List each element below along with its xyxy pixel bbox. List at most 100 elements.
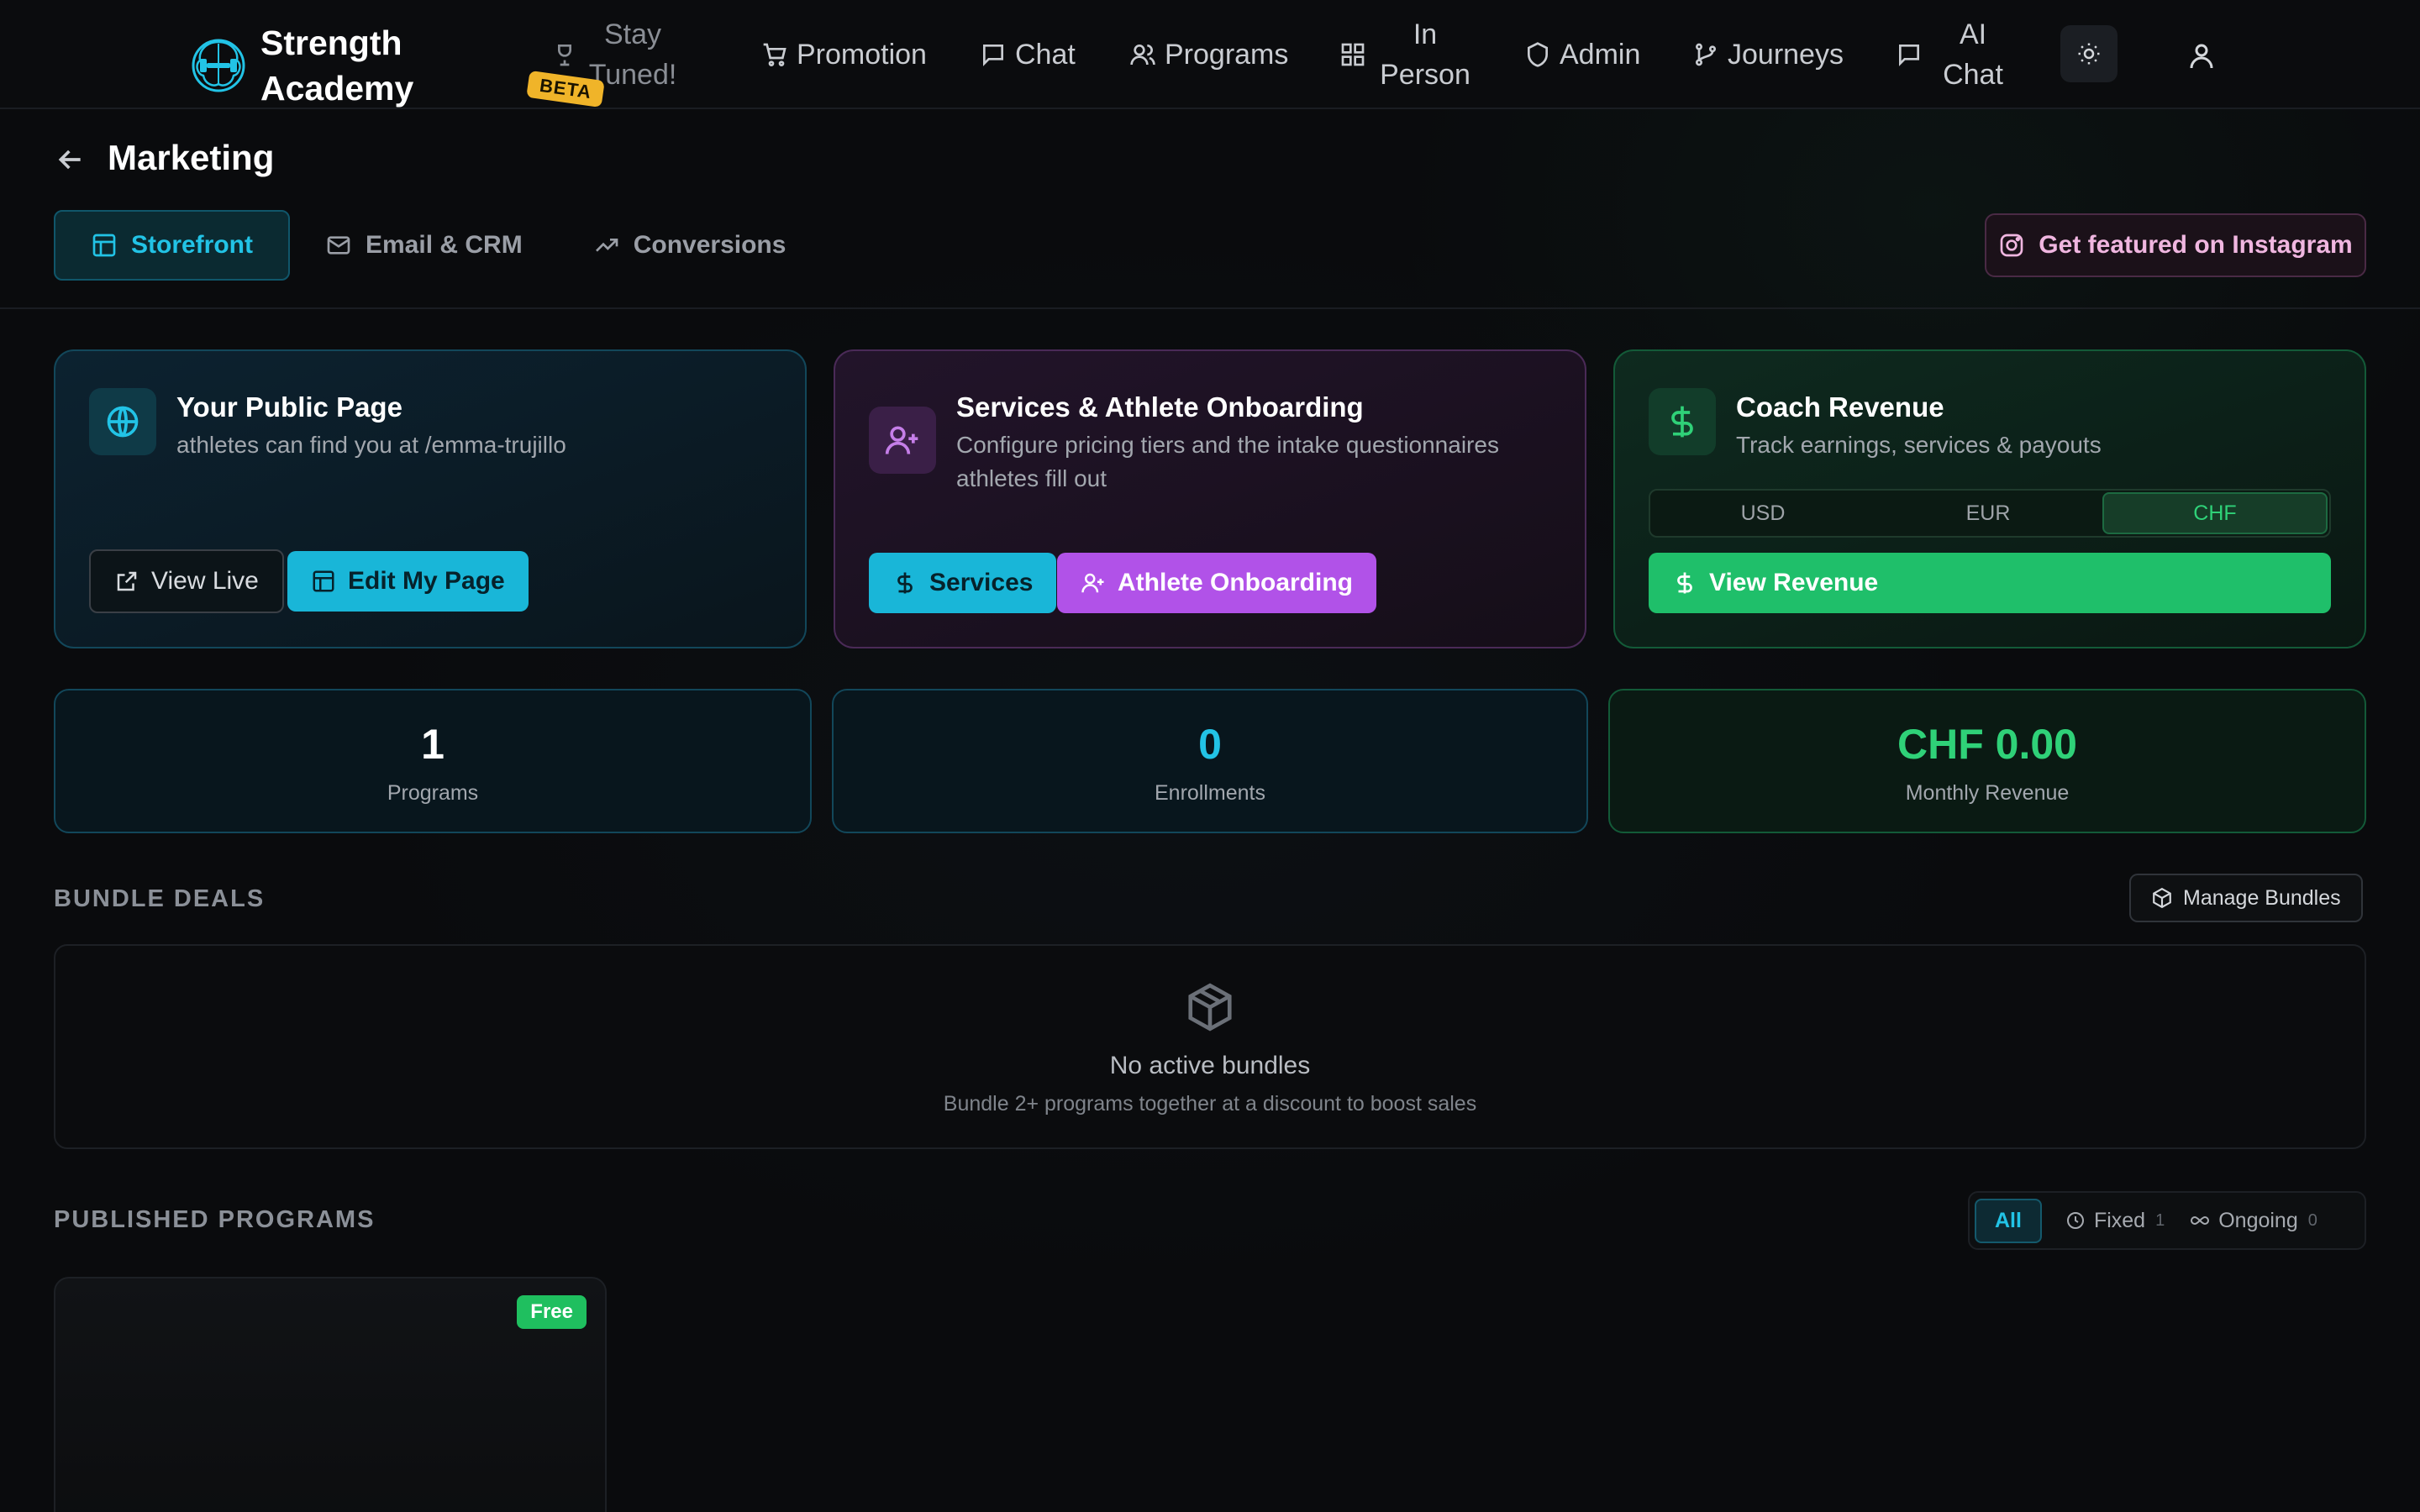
theme-toggle-button[interactable] <box>2060 25 2118 82</box>
cart-icon <box>763 43 786 66</box>
user-menu-button[interactable] <box>2176 30 2227 81</box>
message-icon <box>983 45 1003 66</box>
card-subtitle: Track earnings, services & payouts <box>1736 432 2102 458</box>
stat-value: 1 <box>421 721 445 768</box>
view-live-button[interactable]: View Live <box>89 549 284 613</box>
tab-label: Storefront <box>131 231 253 259</box>
user-plus-icon <box>885 426 918 454</box>
nav-label-admin: Admin <box>1560 38 1641 71</box>
nav-item-admin[interactable]: Admin <box>1524 0 1640 109</box>
stat-label: Programs <box>387 781 479 805</box>
view-revenue-button[interactable]: View Revenue <box>1649 553 2331 613</box>
program-card[interactable]: Free <box>54 1277 607 1512</box>
filter-ongoing[interactable]: Ongoing 0 <box>2190 1209 2317 1233</box>
instagram-icon <box>2000 234 2023 257</box>
card-title: Coach Revenue <box>1736 391 1944 423</box>
card-subtitle: Configure pricing tiers and the intake q… <box>956 432 1499 491</box>
trending-up-icon <box>595 239 618 252</box>
header-divider <box>0 307 2420 309</box>
infinity-icon <box>2191 1215 2210 1226</box>
filter-label: All <box>1995 1208 2022 1232</box>
stat-value: 0 <box>1198 721 1222 768</box>
dollar-icon <box>897 572 913 594</box>
nav-label-ai-chat: AI Chat <box>1943 18 2003 91</box>
filter-all[interactable]: All <box>1975 1198 2042 1243</box>
tab-label: Email & CRM <box>366 231 523 259</box>
services-onboarding-card: Services & Athlete Onboarding Configure … <box>834 349 1586 648</box>
filter-count: 1 <box>2155 1210 2165 1230</box>
instagram-feature-button[interactable]: Get featured on Instagram <box>1985 213 2366 277</box>
empty-title: No active bundles <box>1109 1052 1311 1079</box>
nav-label-programs: Programs <box>1165 38 1289 71</box>
stat-value: CHF 0.00 <box>1897 721 2077 768</box>
card-title: Your Public Page <box>176 391 402 423</box>
nav-label-journeys: Journeys <box>1728 38 1844 71</box>
nav-item-programs[interactable]: Programs <box>1129 0 1288 109</box>
stat-enrollments: 0 Enrollments <box>832 689 1588 833</box>
manage-bundles-label: Manage Bundles <box>2183 885 2341 910</box>
stat-label: Monthly Revenue <box>1905 781 2070 805</box>
filter-fixed[interactable]: Fixed 1 <box>2065 1209 2165 1233</box>
nav-item-promotion[interactable]: Promotion <box>761 0 927 109</box>
bundle-deals-title: BUNDLE DEALS <box>54 885 266 912</box>
dollar-icon <box>1677 572 1692 594</box>
globe-icon <box>107 406 139 438</box>
git-branch-icon <box>1696 43 1716 66</box>
filter-label: Fixed <box>2093 1208 2146 1232</box>
nav-label-promotion: Promotion <box>797 38 927 71</box>
arrow-left-icon[interactable] <box>54 143 87 176</box>
brain-dumbbell-logo-icon <box>192 39 245 92</box>
currency-option-eur[interactable]: EUR <box>1877 492 2099 534</box>
user-icon <box>2190 44 2213 69</box>
view-revenue-label: View Revenue <box>1709 569 1879 596</box>
message-icon <box>1899 45 1919 66</box>
view-live-label: View Live <box>151 567 259 595</box>
package-icon <box>1188 983 1232 1032</box>
brand[interactable]: Strength Academy <box>188 20 429 111</box>
shield-icon <box>1528 42 1548 67</box>
card-subtitle: athletes can find you at /emma-trujillo <box>176 432 566 458</box>
layout-icon <box>313 570 334 592</box>
stat-monthly-revenue: CHF 0.00 Monthly Revenue <box>1608 689 2366 833</box>
tab-conversions[interactable]: Conversions <box>558 210 822 281</box>
sun-icon <box>2078 43 2100 65</box>
dollar-icon-box <box>1649 388 1716 455</box>
mail-icon <box>327 236 350 255</box>
tab-storefront[interactable]: Storefront <box>54 210 290 281</box>
package-icon <box>2153 887 2171 909</box>
nav-item-journeys[interactable]: Journeys <box>1692 0 1844 109</box>
grid-icon <box>1341 43 1365 66</box>
filter-label: Ongoing <box>2218 1208 2298 1232</box>
currency-option-usd[interactable]: USD <box>1652 492 1874 534</box>
athlete-onboarding-label: Athlete Onboarding <box>1118 569 1353 596</box>
free-badge: Free <box>517 1295 587 1329</box>
globe-icon-box <box>89 388 156 455</box>
instagram-button-label: Get featured on Instagram <box>2039 231 2353 259</box>
coach-revenue-card: Coach Revenue Track earnings, services &… <box>1613 349 2366 648</box>
currency-option-chf[interactable]: CHF <box>2102 492 2328 534</box>
services-button[interactable]: Services <box>869 553 1057 613</box>
card-title: Services & Athlete Onboarding <box>956 391 1364 423</box>
top-navigation: Strength Academy Stay Tuned! BETA Promot… <box>0 0 2420 109</box>
athlete-onboarding-button[interactable]: Athlete Onboarding <box>1057 553 1376 613</box>
public-page-card: Your Public Page athletes can find you a… <box>54 349 807 648</box>
bundles-empty-state: No active bundles Bundle 2+ programs tog… <box>54 944 2366 1149</box>
tab-label: Conversions <box>633 231 786 259</box>
layout-icon <box>92 234 116 257</box>
currency-selector: USD EUR CHF <box>1649 489 2331 538</box>
nav-label-in-person: In Person <box>1380 18 1470 91</box>
stat-label: Enrollments <box>1155 781 1265 805</box>
marketing-tabs: Storefront Email & CRM Conversions <box>54 210 821 281</box>
dollar-icon <box>1671 406 1693 438</box>
nav-item-ai-chat[interactable]: AI Chat <box>1896 0 2015 109</box>
edit-my-page-button[interactable]: Edit My Page <box>287 551 529 612</box>
manage-bundles-button[interactable]: Manage Bundles <box>2129 874 2363 922</box>
services-label: Services <box>929 569 1034 596</box>
brand-name: Strength Academy <box>260 24 414 108</box>
tab-email-crm[interactable]: Email & CRM <box>290 210 558 281</box>
user-plus-icon-box <box>869 407 936 474</box>
nav-item-chat[interactable]: Chat <box>980 0 1076 109</box>
edit-my-page-label: Edit My Page <box>348 567 505 595</box>
clock-icon <box>2066 1212 2084 1229</box>
nav-item-in-person[interactable]: In Person <box>1339 0 1476 109</box>
